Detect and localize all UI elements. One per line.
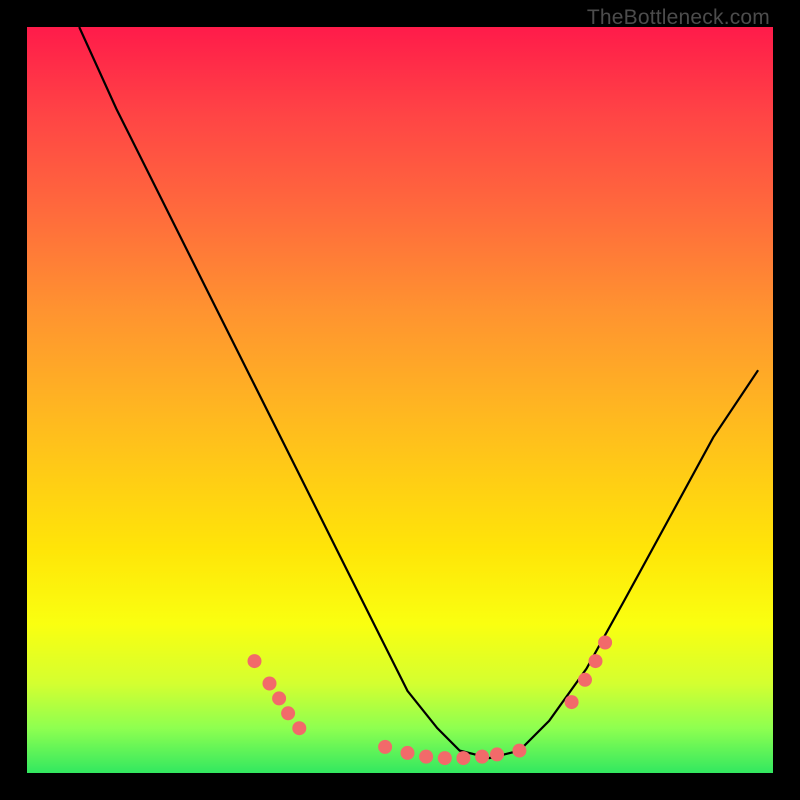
curve-marker [281, 706, 295, 720]
curve-marker [248, 654, 262, 668]
plot-frame [27, 27, 773, 773]
curve-marker [292, 721, 306, 735]
curve-marker [263, 677, 277, 691]
curve-marker [456, 751, 470, 765]
bottleneck-curve-svg [27, 27, 773, 773]
curve-marker [589, 654, 603, 668]
curve-marker-group [248, 636, 613, 766]
curve-marker [438, 751, 452, 765]
curve-marker [475, 750, 489, 764]
curve-marker [512, 744, 526, 758]
curve-marker [490, 747, 504, 761]
curve-marker [378, 740, 392, 754]
bottleneck-curve-line [79, 27, 758, 758]
curve-marker [419, 750, 433, 764]
curve-marker [578, 673, 592, 687]
curve-marker [598, 636, 612, 650]
curve-marker [565, 695, 579, 709]
curve-marker [272, 691, 286, 705]
curve-marker [401, 746, 415, 760]
